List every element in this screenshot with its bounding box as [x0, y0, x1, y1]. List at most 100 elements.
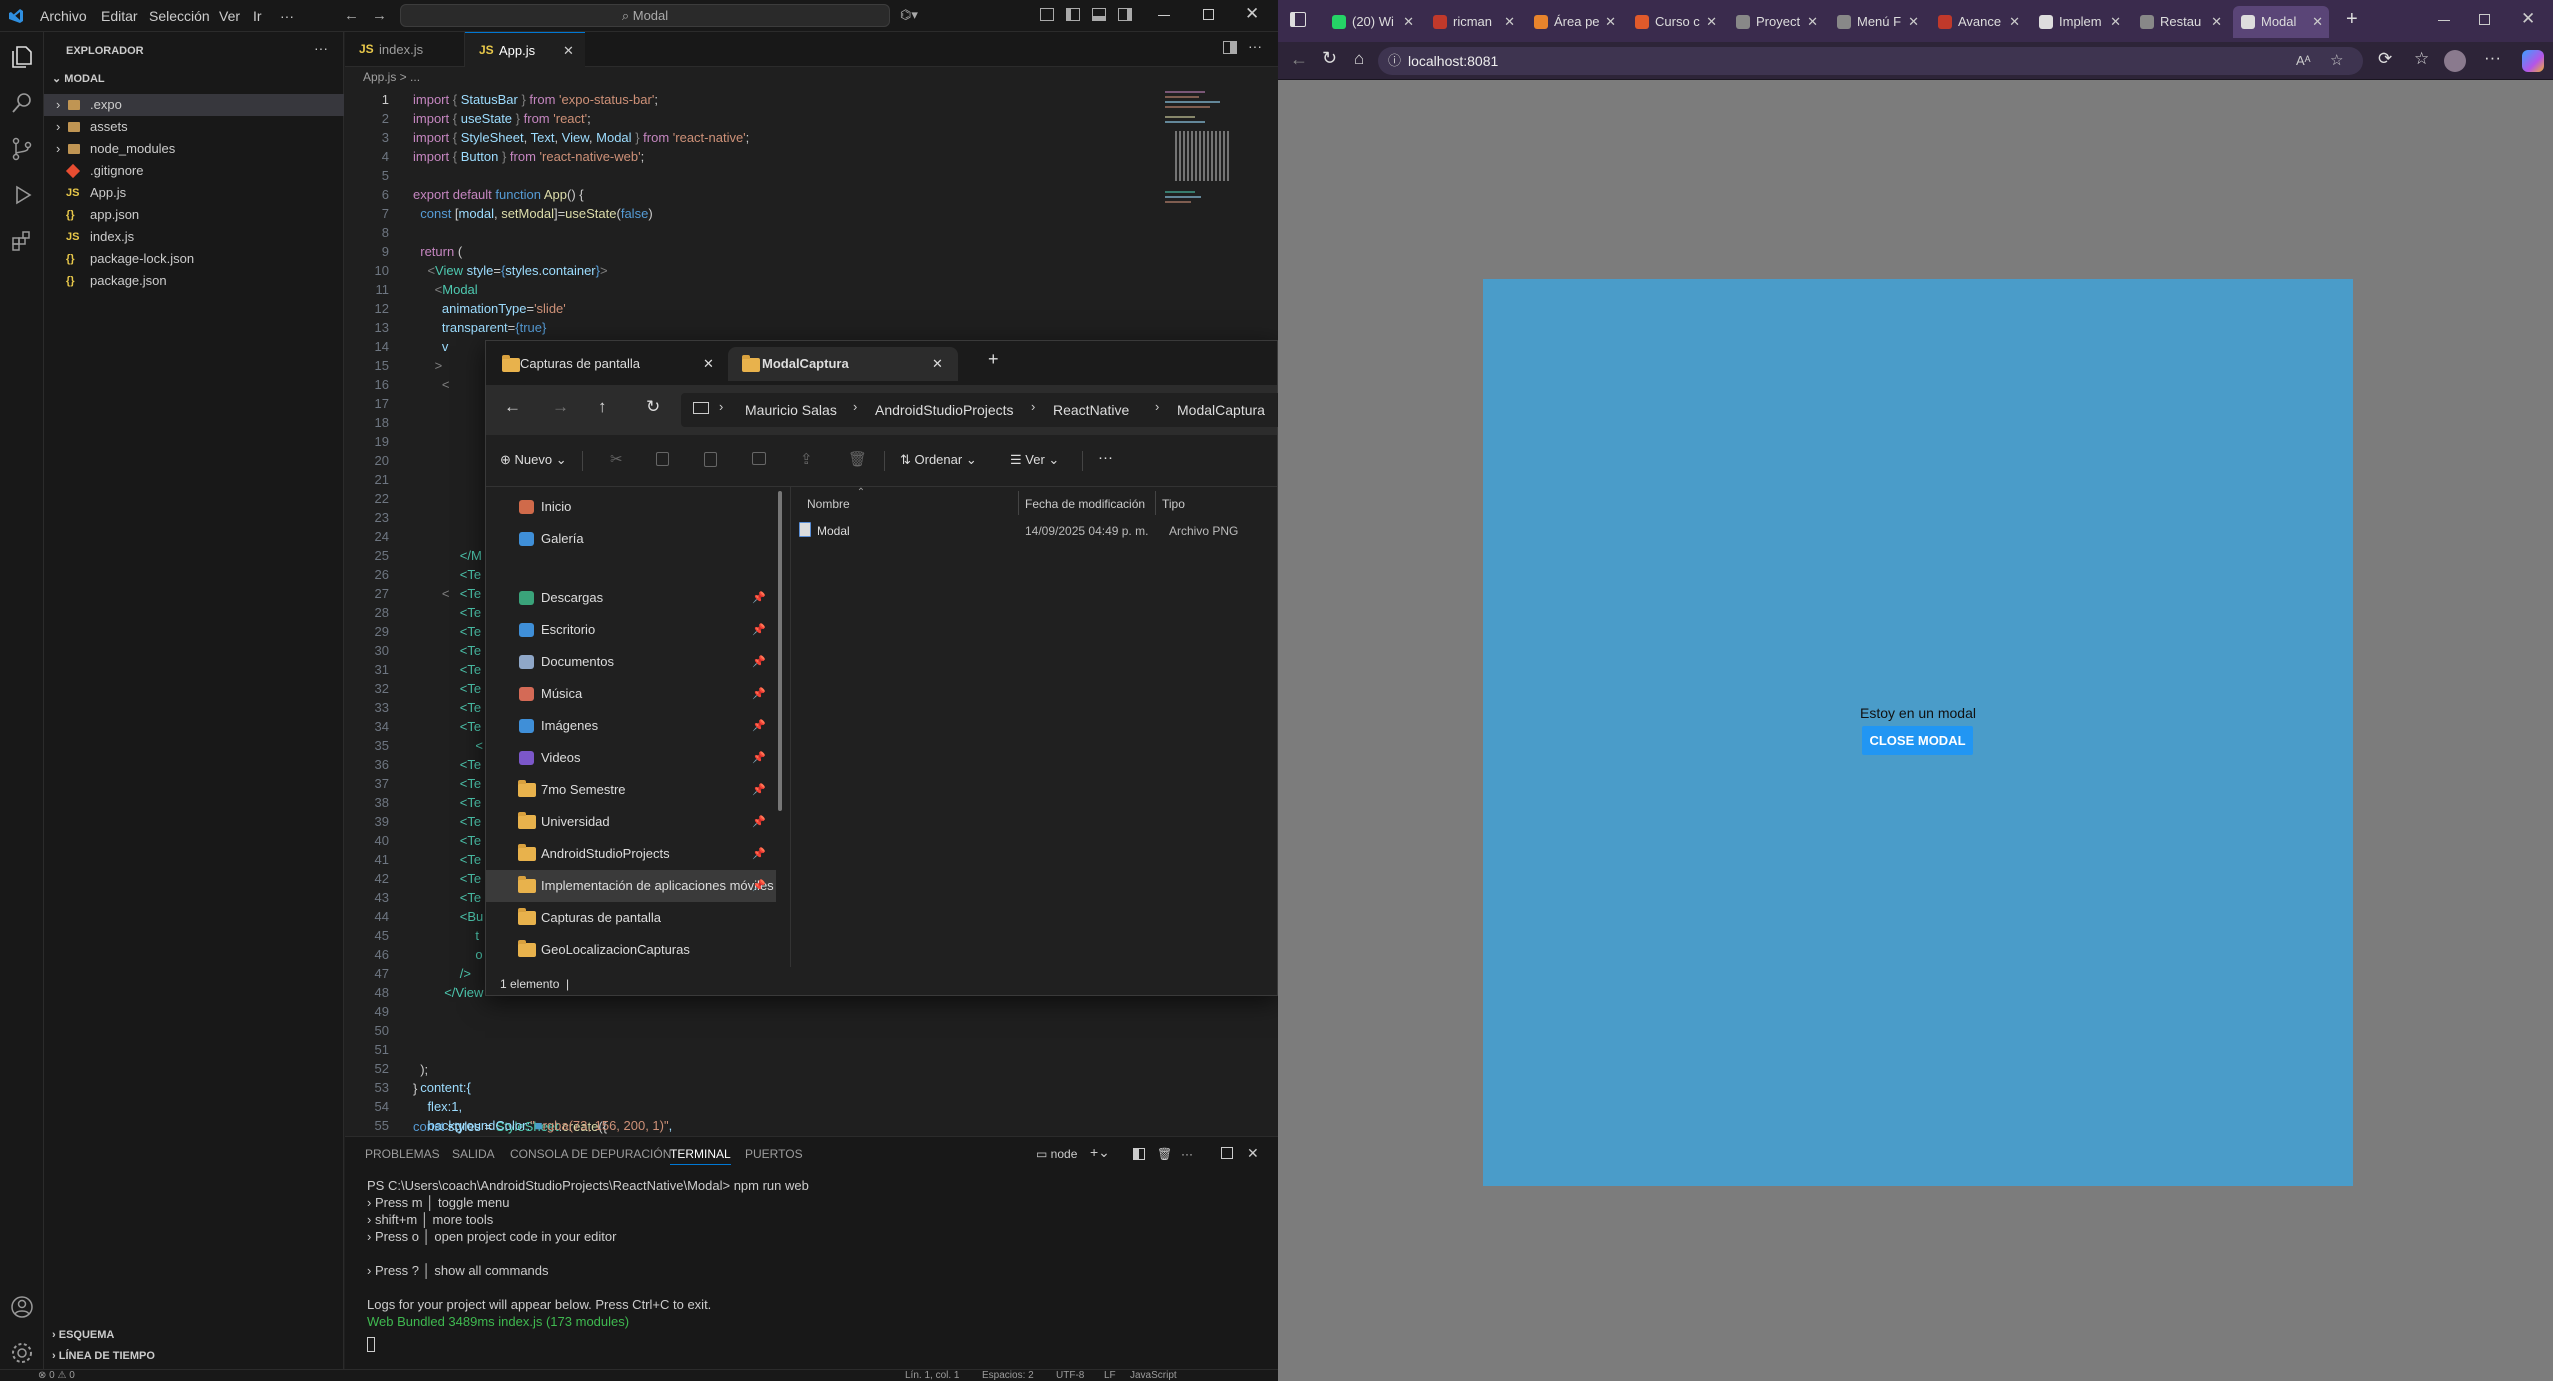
column-fecha[interactable]: Fecha de modificación	[1025, 497, 1145, 511]
nav-item[interactable]: Galería	[486, 523, 776, 555]
forward-arrow-icon[interactable]: →	[552, 397, 569, 417]
file-tree-item[interactable]: JS App.js	[44, 182, 344, 204]
breadcrumb[interactable]: App.js > ...	[363, 70, 420, 84]
favorites-icon[interactable]: ☆	[2414, 49, 2429, 69]
menu-archivo[interactable]: Archivo	[40, 8, 87, 24]
profile-avatar[interactable]	[2444, 50, 2466, 72]
nav-item[interactable]: Descargas 📌	[486, 582, 776, 614]
extensions-icon[interactable]	[9, 228, 35, 254]
encoding[interactable]: UTF-8	[1056, 1370, 1084, 1381]
browser-tab[interactable]: Implem ✕	[2031, 6, 2127, 38]
new-tab-icon[interactable]: +	[988, 349, 999, 370]
nav-scrollbar[interactable]	[778, 491, 782, 811]
account-icon[interactable]	[9, 1294, 35, 1320]
path-segment-modalcaptura[interactable]: ModalCaptura	[1177, 402, 1265, 418]
nav-item[interactable]: GeoLocalizacionCapturas	[486, 934, 776, 966]
tab-actions-icon[interactable]	[1290, 12, 1306, 27]
close-tab-icon[interactable]: ✕	[563, 33, 574, 68]
editor-more-icon[interactable]: ···	[1248, 38, 1262, 54]
close-tab-icon[interactable]: ✕	[2009, 6, 2020, 38]
column-tipo[interactable]: Tipo	[1162, 497, 1185, 511]
file-row[interactable]: Modal 14/09/2025 04:49 p. m. Archivo PNG	[791, 519, 1277, 543]
browser-tab[interactable]: ricman ✕	[1425, 6, 1521, 38]
menu-ver[interactable]: Ver	[219, 8, 240, 24]
tab-modalcaptura[interactable]: ModalCaptura ✕	[728, 347, 958, 381]
copilot-icon[interactable]	[2522, 50, 2544, 72]
maximize-icon[interactable]	[2479, 14, 2490, 25]
close-tab-icon[interactable]: ✕	[1403, 6, 1414, 38]
outline-header[interactable]: › ESQUEMA	[52, 1329, 114, 1341]
minimize-icon[interactable]	[2438, 20, 2450, 21]
refresh-icon[interactable]: ↻	[1322, 48, 1337, 69]
address-bar[interactable]: › Mauricio Salas › AndroidStudioProjects…	[681, 393, 1301, 427]
menu-editar[interactable]: Editar	[101, 8, 138, 24]
sort-button[interactable]: ⇅ Ordenar ⌄	[900, 452, 977, 468]
path-segment-reactnative[interactable]: ReactNative	[1053, 402, 1129, 418]
rename-icon[interactable]	[752, 452, 766, 465]
site-info-icon[interactable]: ⓘ	[1388, 47, 1401, 75]
split-editor-icon[interactable]	[1223, 41, 1237, 54]
back-arrow-icon[interactable]: ←	[504, 397, 521, 417]
new-terminal-icon[interactable]: +⌄	[1090, 1144, 1110, 1161]
tab-consola[interactable]: CONSOLA DE DEPURACIÓN	[510, 1147, 671, 1161]
file-tree-item[interactable]: › node_modules	[44, 138, 344, 160]
delete-icon[interactable]: 🗑	[848, 450, 867, 468]
cursor-position[interactable]: Lín. 1, col. 1	[905, 1370, 959, 1381]
browser-tab[interactable]: Curso c ✕	[1627, 6, 1723, 38]
timeline-header[interactable]: › LÍNEA DE TIEMPO	[52, 1350, 155, 1362]
address-bar[interactable]: ⓘ localhost:8081 Aᴬ ☆	[1378, 47, 2363, 75]
close-tab-icon[interactable]: ✕	[1605, 6, 1616, 38]
close-tab-icon[interactable]: ✕	[2312, 6, 2323, 38]
indentation[interactable]: Espacios: 2	[982, 1370, 1034, 1381]
nav-item[interactable]: Inicio	[486, 491, 776, 523]
refresh-icon[interactable]: ↻	[646, 397, 660, 417]
close-modal-button[interactable]: CLOSE MODAL	[1862, 726, 1973, 755]
toggle-panel-icon[interactable]	[1092, 8, 1106, 21]
tab-capturas[interactable]: Capturas de pantalla ✕	[486, 347, 726, 381]
nav-item[interactable]: Documentos 📌	[486, 646, 776, 678]
favorite-star-icon[interactable]: ☆	[2330, 47, 2343, 75]
gear-icon[interactable]	[9, 1340, 35, 1366]
column-nombre[interactable]: Nombre	[807, 497, 850, 511]
split-terminal-icon[interactable]	[1133, 1148, 1145, 1160]
nav-item[interactable]: Universidad 📌	[486, 806, 776, 838]
close-tab-icon[interactable]: ✕	[1908, 6, 1919, 38]
nav-item[interactable]: 7mo Semestre 📌	[486, 774, 776, 806]
minimize-icon[interactable]	[1158, 15, 1170, 16]
cut-icon[interactable]: ✂	[610, 450, 623, 468]
share-icon[interactable]: ⇪	[800, 450, 813, 468]
more-options-icon[interactable]: ···	[1098, 449, 1113, 466]
files-icon[interactable]	[9, 44, 35, 70]
terminal-node-selector[interactable]: ▭ node	[1036, 1147, 1077, 1161]
nav-item[interactable]: Música 📌	[486, 678, 776, 710]
paste-icon[interactable]	[704, 452, 717, 467]
nav-item[interactable]: Imágenes 📌	[486, 710, 776, 742]
back-arrow-icon[interactable]: ←	[1290, 49, 1308, 70]
problems-count[interactable]: ⊗ 0 ⚠ 0	[38, 1370, 75, 1381]
close-tab-icon[interactable]: ✕	[1504, 6, 1515, 38]
menu-more[interactable]: ···	[280, 8, 294, 24]
nav-item[interactable]: AndroidStudioProjects 📌	[486, 838, 776, 870]
menu-ir[interactable]: Ir	[253, 8, 262, 24]
close-tab-icon[interactable]: ✕	[2211, 6, 2222, 38]
browser-tab[interactable]: Proyect ✕	[1728, 6, 1824, 38]
up-arrow-icon[interactable]: ↑	[598, 397, 607, 417]
file-tree-item[interactable]: › .expo	[44, 94, 344, 116]
forward-arrow-icon[interactable]: →	[372, 7, 387, 24]
minimap[interactable]	[1165, 91, 1235, 241]
file-tree-item[interactable]: .gitignore	[44, 160, 344, 182]
browser-tab[interactable]: Menú F ✕	[1829, 6, 1925, 38]
search-icon[interactable]	[9, 90, 35, 116]
browser-tab[interactable]: Modal ✕	[2233, 6, 2329, 38]
toggle-sidebar-icon[interactable]	[1066, 8, 1080, 21]
tab-salida[interactable]: SALIDA	[452, 1147, 495, 1161]
new-tab-icon[interactable]: +	[2346, 8, 2358, 31]
panel-more-icon[interactable]: ···	[1181, 1147, 1193, 1161]
explorer-more-button[interactable]: ···	[314, 40, 328, 56]
maximize-icon[interactable]	[1203, 9, 1214, 20]
back-arrow-icon[interactable]: ←	[344, 7, 359, 24]
run-debug-icon[interactable]	[9, 182, 35, 208]
tab-problemas[interactable]: PROBLEMAS	[365, 1147, 440, 1161]
source-control-icon[interactable]	[9, 136, 35, 162]
trash-icon[interactable]: 🗑	[1157, 1147, 1172, 1161]
